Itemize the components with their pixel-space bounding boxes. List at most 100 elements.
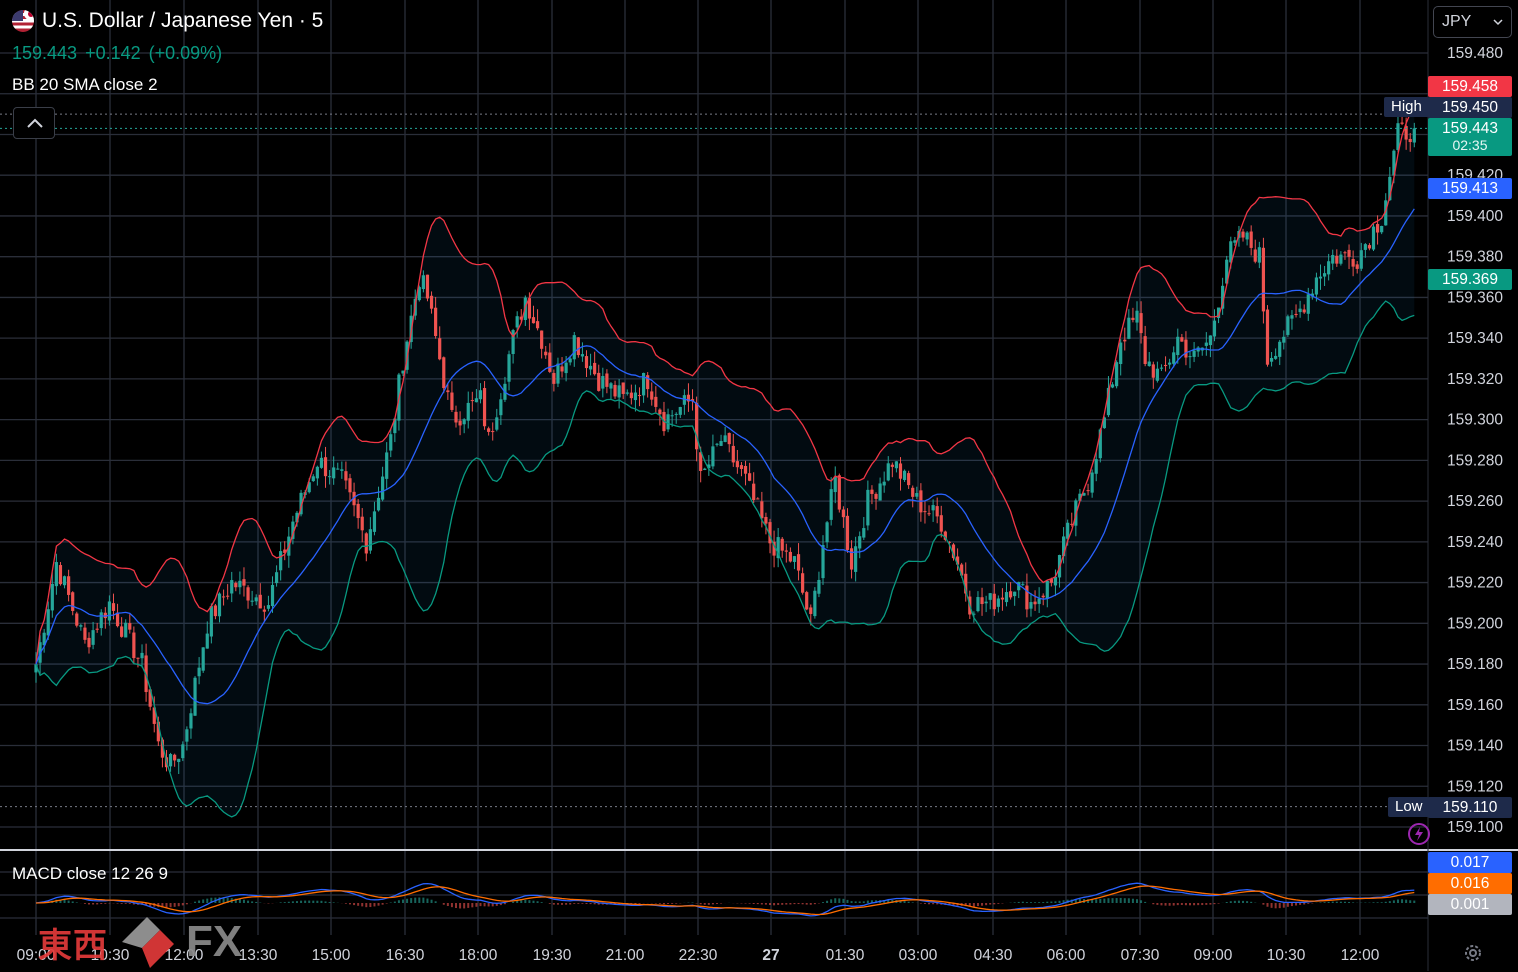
candle-body [434,307,438,337]
candle-body [1037,598,1041,604]
candle-body [1257,247,1261,263]
candle-body [1127,317,1131,339]
candle-body [1147,361,1151,367]
candle-body [71,592,75,611]
time-tick-label: 09:00 [1194,947,1233,964]
time-tick-label: 22:30 [679,947,718,964]
candle-body [544,351,548,356]
candle-body [792,556,797,562]
candle-body [731,445,735,463]
candle-body [650,391,654,400]
chevron-down-icon [1493,18,1503,25]
candle-body [1408,138,1412,143]
price-change: +0.142 [85,43,141,63]
candle-body [425,274,430,299]
candle-body [1318,276,1323,279]
candle-body [115,612,120,627]
candle-body [54,562,58,587]
price-tick-label: 159.140 [1447,738,1503,755]
candle-body [462,419,466,425]
candle-body [1212,320,1217,337]
macd-indicator-legend[interactable]: MACD close 12 26 9 [12,864,168,884]
candle-body [173,754,177,761]
candle-body [1204,342,1208,346]
candle-body [474,398,478,403]
candle-body [197,667,201,677]
candle-body [1282,336,1286,343]
candle-body [805,592,809,610]
candle-body [234,583,238,588]
candle-body [124,622,128,638]
candle-body [356,503,360,519]
candle-body [931,505,935,511]
candle-body [1331,254,1335,264]
collapse-legend-button[interactable] [13,107,55,139]
candle-body [364,533,368,554]
candle-body [633,392,638,401]
candle-body [552,373,556,384]
candle [1286,314,1290,337]
candle-body [1367,245,1372,249]
candle [482,381,487,430]
candle-body [323,457,328,477]
candle-body [128,623,132,630]
candle [813,587,817,619]
candle-body [911,487,915,497]
candle-body [209,606,213,637]
candle-body [385,452,389,479]
price-tick-label: 159.100 [1447,819,1503,836]
candle-body [988,593,992,600]
candle-body [756,498,760,500]
candle-body [1094,459,1098,474]
candle-body [67,576,71,595]
candle-body [890,464,894,467]
candle-body [454,411,458,423]
candle-body [1180,337,1184,342]
candle-body [136,657,140,659]
candle-body [95,628,99,630]
watermark-fx-text: FX [186,917,243,966]
time-tick-label: 13:30 [239,947,278,964]
candle-body [279,551,283,571]
time-tick-label: 10:30 [1267,947,1306,964]
price-tick-label: 159.260 [1447,493,1503,510]
candle [425,274,430,302]
candle-body [446,390,450,393]
broker-watermark: 東西 FX [38,912,242,972]
candle-body [1163,364,1168,367]
candle [1115,360,1119,389]
symbol-legend[interactable]: U.S. Dollar / Japanese Yen · 5 [12,9,323,33]
bb-indicator-legend[interactable]: BB 20 SMA close 2 [12,75,158,95]
lightning-icon[interactable] [1407,822,1431,851]
candle-body [421,275,425,290]
gear-icon[interactable] [1462,942,1484,969]
candle-body [597,372,601,391]
candle-body [548,352,552,372]
candle-body [1090,472,1094,493]
time-tick-label: 01:30 [826,947,865,964]
candle-body [939,515,943,532]
candle-body [193,677,197,716]
candle-body [1176,336,1180,356]
candle-body [478,390,483,400]
price-tick-label: 159.120 [1447,778,1503,795]
candle-body [719,441,723,446]
candle-body [511,330,515,355]
candle-body [1139,313,1143,334]
candle-body [442,357,446,389]
candle-body [1335,255,1339,264]
candle-body [1151,364,1155,378]
candle-body [140,652,144,659]
candle-body [935,506,939,517]
candle [805,590,809,611]
price-chart[interactable]: 159.480159.460159.440159.420159.400159.3… [0,0,1518,971]
price-tick-label: 159.400 [1447,208,1503,225]
candle-body [678,407,682,415]
currency-select[interactable]: JPY [1433,6,1512,38]
candle-body [515,316,519,328]
candle [75,611,79,628]
candle-body [1351,259,1355,267]
candle-body [258,594,262,609]
candle [201,647,205,673]
candle-body [389,434,393,451]
